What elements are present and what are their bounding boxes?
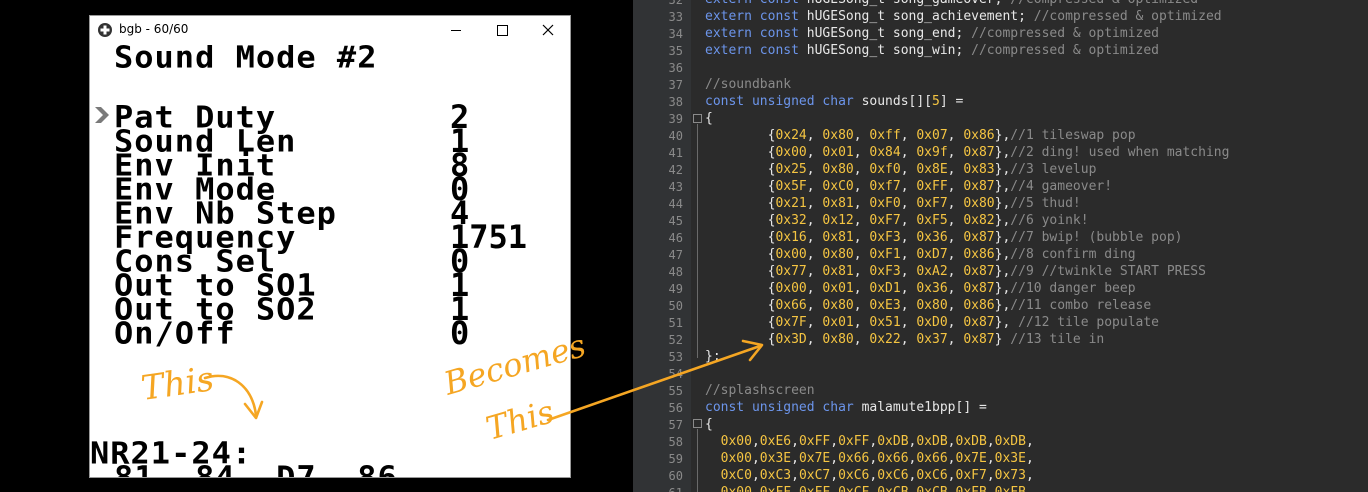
line-number: 37: [668, 78, 683, 92]
fold-toggle-malamute[interactable]: [693, 419, 702, 428]
code-line[interactable]: {0x66, 0x80, 0xE3, 0x80, 0x86},//11 comb…: [705, 298, 1152, 313]
code-line[interactable]: {0x00, 0x01, 0x84, 0x9f, 0x87},//2 ding!…: [705, 145, 1230, 160]
code-line[interactable]: {0x00, 0x01, 0xD1, 0x36, 0x87},//10 dang…: [705, 281, 1136, 296]
code-line[interactable]: 0xC0,0xC3,0xC7,0xC6,0xC6,0xC6,0xF7,0x73,: [705, 468, 1034, 483]
line-number: 48: [668, 265, 683, 279]
line-number: 38: [668, 95, 683, 109]
line-number: 54: [668, 367, 683, 381]
maximize-icon: [497, 25, 508, 36]
code-editor[interactable]: 32 extern const hUGESong_t song_gameover;…: [633, 0, 1368, 492]
code-line[interactable]: //splashscreen: [705, 383, 815, 398]
line-number: 59: [668, 452, 683, 466]
line-number: 41: [668, 146, 683, 160]
code-line[interactable]: {0x00, 0x80, 0xF1, 0xD7, 0x86},//8 confi…: [705, 247, 1136, 262]
fold-guide: [697, 429, 698, 492]
line-number: 56: [668, 401, 683, 415]
line-number: 53: [668, 350, 683, 364]
code-line[interactable]: //soundbank: [705, 77, 791, 92]
code-line[interactable]: {0x77, 0x81, 0xF3, 0xA2, 0x87},//9 //twi…: [705, 264, 1206, 279]
code-line[interactable]: 0x00,0x3E,0x7E,0x66,0x66,0x66,0x7E,0x3E,: [705, 451, 1034, 466]
code-line[interactable]: extern const hUGESong_t song_end; //comp…: [705, 26, 1159, 41]
line-number: 58: [668, 435, 683, 449]
line-number: 42: [668, 163, 683, 177]
minimize-button[interactable]: [433, 16, 479, 45]
gameboy-dpad-icon: [98, 23, 112, 37]
line-number: 55: [668, 384, 683, 398]
code-line[interactable]: {0x7F, 0x01, 0x51, 0xD0, 0x87}, //12 til…: [705, 315, 1159, 330]
line-number: 46: [668, 231, 683, 245]
line-number: 51: [668, 316, 683, 330]
line-number: 43: [668, 180, 683, 194]
line-number: 33: [668, 10, 683, 24]
line-number: 36: [668, 61, 683, 75]
code-line[interactable]: {0x3D, 0x80, 0x22, 0x37, 0x87} //13 tile…: [705, 332, 1105, 347]
emulator-window[interactable]: bgb - 60/60 Sound Mode #2 Pat Duty 2 Sou…: [89, 15, 571, 478]
line-number: 40: [668, 129, 683, 143]
line-number: 49: [668, 282, 683, 296]
code-line[interactable]: {0x25, 0x80, 0xf0, 0x8E, 0x83},//3 level…: [705, 162, 1097, 177]
param-label-on-off: On/Off: [114, 314, 236, 352]
code-line[interactable]: const unsigned char malamute1bpp[] =: [705, 400, 987, 415]
line-number: 52: [668, 333, 683, 347]
line-number: 39: [668, 112, 683, 126]
code-line[interactable]: extern const hUGESong_t song_achievement…: [705, 9, 1222, 24]
gameboy-screen[interactable]: Sound Mode #2 Pat Duty 2 Sound Len 1 Env…: [90, 45, 570, 477]
code-line[interactable]: {0x5F, 0xC0, 0xf7, 0xFF, 0x87},//4 gameo…: [705, 179, 1112, 194]
fold-guide: [697, 124, 698, 358]
line-number: 32: [668, 0, 683, 7]
close-button[interactable]: [525, 16, 571, 45]
code-line[interactable]: extern const hUGESong_t song_win; //comp…: [705, 43, 1159, 58]
emulator-titlebar[interactable]: bgb - 60/60: [90, 16, 570, 45]
maximize-button[interactable]: [479, 16, 525, 45]
code-line[interactable]: };: [705, 349, 721, 364]
close-icon: [542, 24, 554, 36]
line-number: 61: [633, 486, 683, 492]
register-values: 81, 84, D7, 86: [114, 462, 398, 477]
line-number: 34: [668, 27, 683, 41]
window-title: bgb - 60/60: [119, 22, 189, 36]
code-line[interactable]: {0x16, 0x81, 0xF3, 0x36, 0x87},//7 bwip!…: [705, 230, 1183, 245]
code-line[interactable]: extern const hUGESong_t song_gameover; /…: [705, 0, 1198, 7]
code-line[interactable]: {0x21, 0x81, 0xF0, 0xF7, 0x80},//5 thud!: [705, 196, 1081, 211]
fold-toggle-sounds[interactable]: [693, 114, 702, 123]
line-number: 35: [668, 44, 683, 58]
screen-heading: Sound Mode #2: [114, 45, 378, 76]
line-number: 50: [668, 299, 683, 313]
code-line[interactable]: {: [705, 111, 713, 126]
line-number: 57: [668, 418, 683, 432]
code-line[interactable]: {0x24, 0x80, 0xff, 0x07, 0x86},//1 tiles…: [705, 128, 1136, 143]
line-number: 45: [668, 214, 683, 228]
code-line[interactable]: {0x32, 0x12, 0xF7, 0xF5, 0x82},//6 yoink…: [705, 213, 1089, 228]
code-line[interactable]: 0x00,0xE6,0xFF,0xFF,0xDB,0xDB,0xDB,0xDB,: [705, 434, 1034, 449]
param-value-on-off: 0: [450, 314, 470, 352]
code-line[interactable]: const unsigned char sounds[][5] =: [705, 94, 963, 109]
minimize-icon: [451, 30, 461, 31]
code-line[interactable]: 0x00,0xFF,0xFF,0xCF,0xCB,0xCB,0xFB,0xFB,: [705, 485, 1034, 492]
line-number: 47: [668, 248, 683, 262]
selection-cursor-icon: [95, 107, 109, 123]
code-line[interactable]: {: [705, 417, 713, 432]
line-number: 60: [668, 469, 683, 483]
line-number: 44: [668, 197, 683, 211]
